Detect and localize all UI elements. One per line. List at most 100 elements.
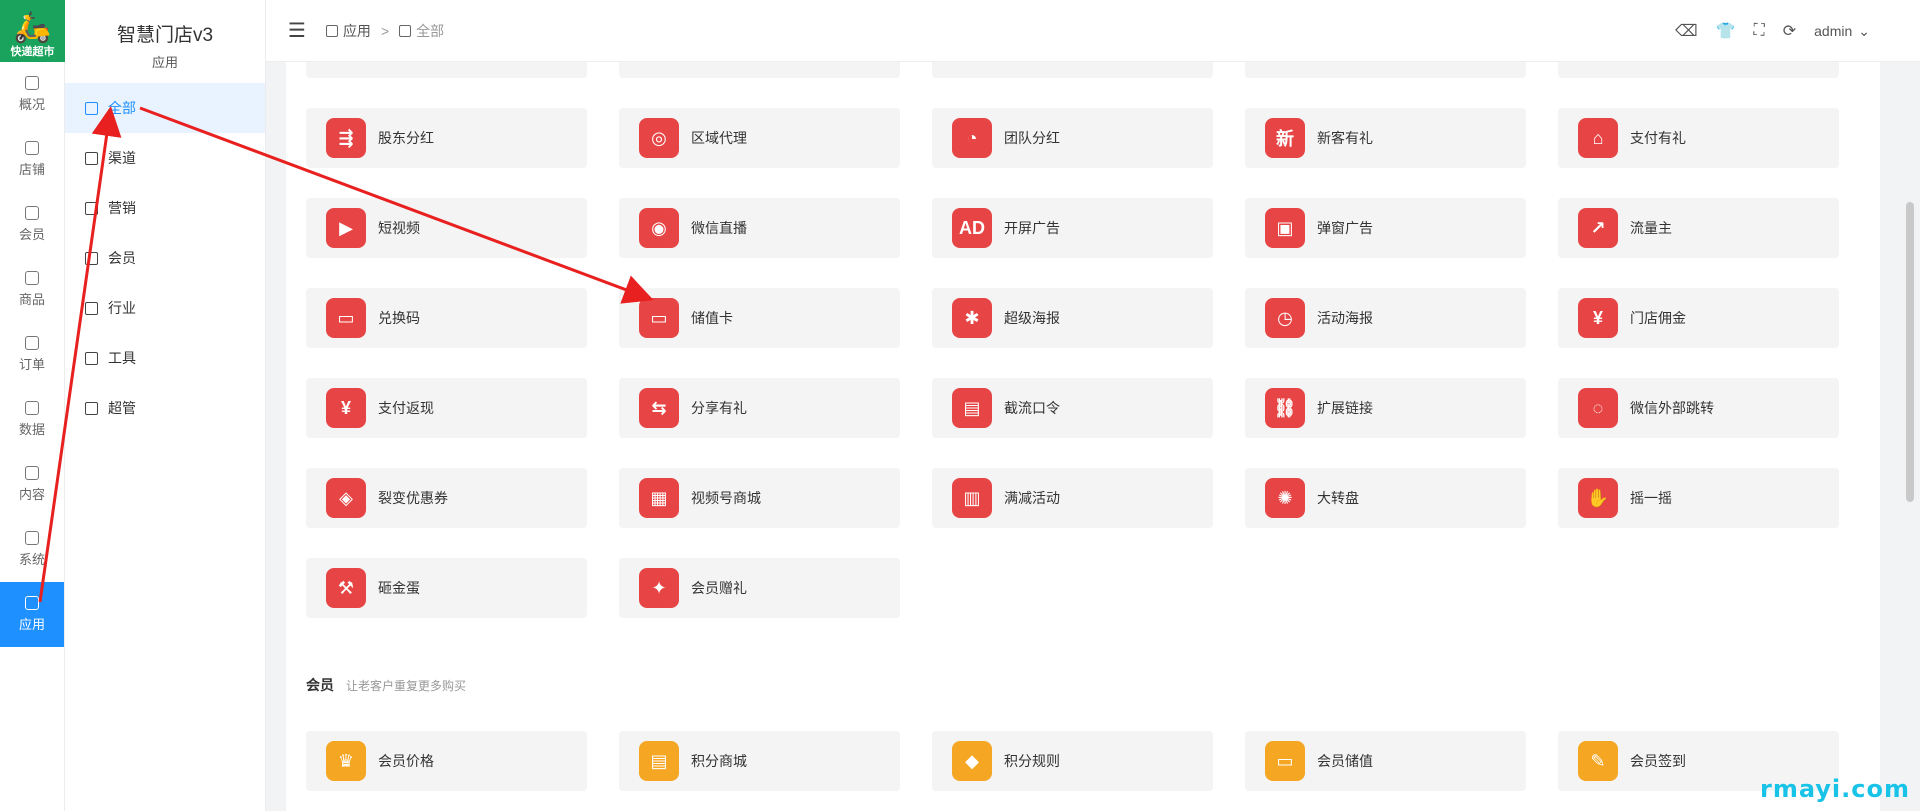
app-icon: ✎	[1578, 741, 1618, 781]
app-card[interactable]: ▭ 会员储值	[1245, 731, 1526, 791]
app-card-partial[interactable]	[932, 62, 1213, 78]
app-icon: ⛓	[1265, 388, 1305, 428]
app-card[interactable]: AD 开屏广告	[932, 198, 1213, 258]
app-card[interactable]: ⇆ 分享有礼	[619, 378, 900, 438]
app-card[interactable]: 新新客有礼	[1245, 108, 1526, 168]
clear-cache-icon[interactable]: ⌫	[1675, 21, 1698, 41]
breadcrumb-item-app[interactable]: 应用	[343, 21, 371, 41]
fullscreen-icon[interactable]: ⛶	[1754, 22, 1765, 40]
submenu-item-4[interactable]: 行业	[65, 283, 265, 333]
app-card[interactable]: ▭ 储值卡	[619, 288, 900, 348]
menu-toggle-icon[interactable]: ☰	[288, 18, 306, 43]
app-card[interactable]: ⛓ 扩展链接	[1245, 378, 1526, 438]
app-card[interactable]: ◔ 团队分红	[932, 108, 1213, 168]
app-icon: ✋	[1578, 478, 1618, 518]
app-card[interactable]: ◉ 微信直播	[619, 198, 900, 258]
app-icon: ◆	[952, 741, 992, 781]
app-card[interactable]: ⚒ 砸金蛋	[306, 558, 587, 618]
app-card[interactable]: ▤ 积分商城	[619, 731, 900, 791]
app-card[interactable]: ↗ 流量主	[1558, 198, 1839, 258]
app-card[interactable]: ◆ 积分规则	[932, 731, 1213, 791]
submenu-header: 智慧门店v3 应用	[65, 0, 265, 80]
app-card[interactable]: ◎ 区域代理	[619, 108, 900, 168]
page-scrollbar[interactable]	[1900, 62, 1920, 811]
content-area: ⇶ 股东分红 ◎ 区域代理 ◔ 团队分红 新新客有礼 ⌂ 支付有礼 ▶ 短视频 ◉ 微信直播 AD 开屏广告…	[286, 62, 1900, 811]
rail-item-4[interactable]: 订单	[0, 322, 64, 387]
app-icon: ▤	[952, 388, 992, 428]
app-card[interactable]: ◷ 活动海报	[1245, 288, 1526, 348]
app-label: 大转盘	[1317, 490, 1359, 506]
app-label: 摇一摇	[1630, 490, 1672, 506]
app-icon: ◌	[1578, 388, 1618, 428]
app-card[interactable]: ▣ 弹窗广告	[1245, 198, 1526, 258]
rail-item-2[interactable]: 会员	[0, 192, 64, 257]
app-icon: ▶	[326, 208, 366, 248]
app-card-partial[interactable]	[1558, 62, 1839, 78]
app-label: 门店佣金	[1630, 310, 1686, 326]
submenu-item-label: 工具	[108, 350, 136, 366]
submenu-item-5[interactable]: 工具	[65, 333, 265, 383]
member-app-grid: ♛ 会员价格 ▤ 积分商城 ◆ 积分规则 ▭ 会员储值 ✎ 会员签到	[306, 731, 1839, 791]
app-card[interactable]: ▤ 截流口令	[932, 378, 1213, 438]
app-label: 会员签到	[1630, 753, 1686, 769]
app-card[interactable]: ▥ 满减活动	[932, 468, 1213, 528]
submenu-item-label: 渠道	[108, 150, 136, 166]
rail-item-label: 订单	[18, 357, 45, 372]
rail-item-6[interactable]: 内容	[0, 452, 64, 517]
app-card[interactable]: ◌ 微信外部跳转	[1558, 378, 1839, 438]
rail-item-label: 店铺	[18, 162, 45, 177]
submenu-item-3[interactable]: 会员	[65, 233, 265, 283]
theme-shirt-icon[interactable]: 👕	[1716, 21, 1736, 41]
rail-item-label: 数据	[18, 422, 45, 437]
previous-row-cards	[306, 62, 1839, 78]
rail-item-5[interactable]: 数据	[0, 387, 64, 452]
app-card[interactable]: ♛ 会员价格	[306, 731, 587, 791]
app-card[interactable]: ¥ 门店佣金	[1558, 288, 1839, 348]
app-card[interactable]: ▭ 兑换码	[306, 288, 587, 348]
app-card-partial[interactable]	[1245, 62, 1526, 78]
app-card[interactable]: ⇶ 股东分红	[306, 108, 587, 168]
app-card[interactable]: ◈ 裂变优惠券	[306, 468, 587, 528]
user-menu[interactable]: admin ⌄	[1814, 23, 1870, 40]
app-icon: ▭	[326, 298, 366, 338]
app-card[interactable]: ✋ 摇一摇	[1558, 468, 1839, 528]
rail-item-8[interactable]: 应用	[0, 582, 64, 647]
rail-item-3[interactable]: 商品	[0, 257, 64, 322]
store-subtitle: 应用	[151, 55, 178, 70]
submenu-item-1[interactable]: 渠道	[65, 133, 265, 183]
app-icon: 新	[1265, 118, 1305, 158]
rail-item-label: 系统	[18, 552, 45, 567]
app-label: 砸金蛋	[378, 580, 420, 596]
cube-icon	[85, 101, 98, 115]
brand-logo[interactable]: 🛵 快递超市	[0, 0, 65, 62]
app-card-partial[interactable]	[306, 62, 587, 78]
app-card[interactable]: ▶ 短视频	[306, 198, 587, 258]
app-card[interactable]: ⌂ 支付有礼	[1558, 108, 1839, 168]
app-card[interactable]: ✺ 大转盘	[1245, 468, 1526, 528]
submenu-item-label: 会员	[108, 250, 136, 266]
breadcrumb-separator: >	[380, 22, 390, 39]
app-label: 团队分红	[1004, 130, 1060, 146]
rail-item-0[interactable]: 概况	[0, 62, 64, 127]
rail-item-1[interactable]: 店铺	[0, 127, 64, 192]
app-card[interactable]: ✱ 超级海报	[932, 288, 1213, 348]
rail-item-label: 商品	[18, 292, 45, 307]
rail-item-7[interactable]: 系统	[0, 517, 64, 582]
user-icon	[85, 251, 98, 265]
app-icon: ✺	[1265, 478, 1305, 518]
app-card-partial[interactable]	[619, 62, 900, 78]
scrollbar-thumb[interactable]	[1906, 202, 1914, 502]
submenu-item-2[interactable]: 营销	[65, 183, 265, 233]
submenu-item-6[interactable]: 超管	[65, 383, 265, 433]
app-card[interactable]: ¥ 支付返现	[306, 378, 587, 438]
submenu-item-0[interactable]: 全部	[65, 83, 265, 133]
store-icon	[25, 141, 39, 155]
app-card[interactable]: ✦ 会员赠礼	[619, 558, 900, 618]
app-label: 区域代理	[691, 130, 747, 146]
top-right-tools: ⌫ 👕 ⛶ ⟳ admin ⌄	[1675, 0, 1870, 62]
refresh-icon[interactable]: ⟳	[1783, 21, 1796, 41]
wrench-icon	[85, 351, 98, 365]
app-label: 活动海报	[1317, 310, 1373, 326]
admin-icon	[85, 401, 98, 415]
app-card[interactable]: ▦ 视频号商城	[619, 468, 900, 528]
